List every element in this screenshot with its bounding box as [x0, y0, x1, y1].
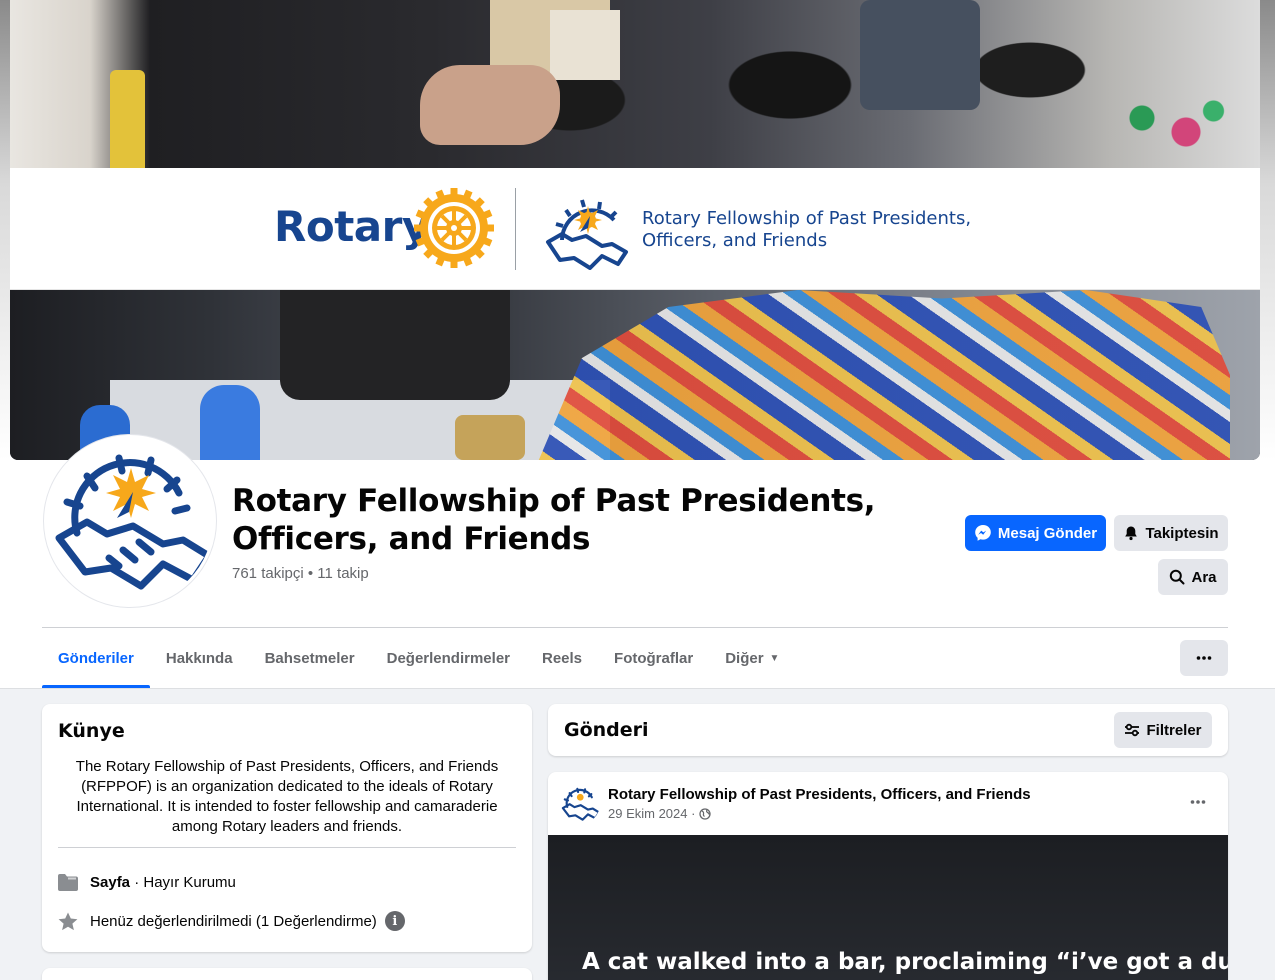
- messenger-icon: [975, 525, 991, 541]
- tab-more[interactable]: Diğer ▼: [709, 628, 795, 688]
- page-title: Rotary Fellowship of Past Presidents, Of…: [232, 483, 876, 557]
- photos-card: [42, 968, 532, 980]
- posts-header-card: Gönderi Filtreler: [548, 704, 1228, 756]
- cover-photo-bottom: [10, 290, 1260, 460]
- page-type-label: Sayfa: [90, 873, 131, 891]
- following-label: Takiptesin: [1145, 524, 1219, 542]
- fellowship-logo-icon: [546, 199, 628, 270]
- tab-about[interactable]: Hakkında: [150, 628, 249, 688]
- cover-photo-top: [10, 0, 1260, 168]
- bell-icon: [1125, 526, 1138, 541]
- cover-photo[interactable]: Rotary Rotary Fellowship of Past Preside…: [10, 0, 1260, 460]
- rotary-wheel-icon: [414, 188, 494, 268]
- ellipsis-icon: [1196, 656, 1212, 660]
- search-button[interactable]: Ara: [1158, 559, 1228, 595]
- post-meta: 29 Ekim 2024 ·: [608, 806, 712, 821]
- send-message-button[interactable]: Mesaj Gönder: [965, 515, 1106, 551]
- post-card: Rotary Fellowship of Past Presidents, Of…: [548, 772, 1228, 980]
- send-message-label: Mesaj Gönder: [997, 524, 1098, 542]
- tab-mentions[interactable]: Bahsetmeler: [249, 628, 371, 688]
- info-icon[interactable]: i: [384, 911, 405, 931]
- fellowship-logo-icon: [55, 454, 213, 590]
- intro-card: Künye The Rotary Fellowship of Past Pres…: [42, 704, 532, 952]
- ellipsis-icon: [1190, 800, 1206, 804]
- follower-stats[interactable]: 761 takipçi • 11 takip: [232, 565, 369, 582]
- posts-title: Gönderi: [564, 719, 649, 741]
- rating-row: Henüz değerlendirilmedi (1 Değerlendirme…: [58, 909, 405, 933]
- search-icon: [1170, 569, 1185, 585]
- star-icon: [58, 909, 90, 933]
- fellowship-logo-icon: [561, 787, 600, 821]
- filters-button[interactable]: Filtreler: [1114, 712, 1212, 748]
- filters-label: Filtreler: [1146, 721, 1202, 739]
- tab-photos[interactable]: Fotoğraflar: [598, 628, 709, 688]
- folder-icon: [58, 870, 90, 894]
- intro-title: Künye: [58, 720, 125, 742]
- post-author-avatar[interactable]: [560, 784, 600, 824]
- profile-avatar[interactable]: [44, 435, 216, 607]
- rotary-logo-text: Rotary: [274, 202, 429, 251]
- globe-icon: [699, 807, 712, 820]
- banner-divider: [515, 188, 516, 270]
- caret-down-icon: ▼: [769, 652, 780, 664]
- page-category-label: · Hayır Kurumu: [130, 873, 236, 891]
- post-author-name[interactable]: Rotary Fellowship of Past Presidents, Of…: [608, 786, 1031, 803]
- profile-tabs: Gönderiler Hakkında Bahsetmeler Değerlen…: [42, 628, 795, 688]
- tab-reviews[interactable]: Değerlendirmeler: [371, 628, 526, 688]
- following-button[interactable]: Takiptesin: [1114, 515, 1228, 551]
- intro-divider: [58, 847, 516, 848]
- post-media[interactable]: A cat walked into a bar, proclaiming “i’…: [548, 835, 1228, 980]
- intro-bio: The Rotary Fellowship of Past Presidents…: [75, 758, 499, 835]
- page-category-row: Sayfa · Hayır Kurumu: [58, 870, 236, 894]
- post-media-text: A cat walked into a bar, proclaiming “i’…: [582, 949, 1228, 975]
- tab-reels[interactable]: Reels: [526, 628, 598, 688]
- tab-more-label: Diğer: [725, 649, 764, 667]
- post-date[interactable]: 29 Ekim 2024 ·: [608, 806, 695, 821]
- cover-banner: Rotary Rotary Fellowship of Past Preside…: [10, 168, 1260, 290]
- tab-posts[interactable]: Gönderiler: [42, 628, 150, 688]
- filter-sliders-icon: [1125, 723, 1140, 737]
- banner-text: Rotary Fellowship of Past Presidents, Of…: [642, 208, 972, 251]
- rating-text: Henüz değerlendirilmedi (1 Değerlendirme…: [90, 912, 377, 930]
- search-label: Ara: [1191, 568, 1217, 586]
- post-options-button[interactable]: [1180, 786, 1216, 818]
- more-options-button[interactable]: [1180, 640, 1228, 676]
